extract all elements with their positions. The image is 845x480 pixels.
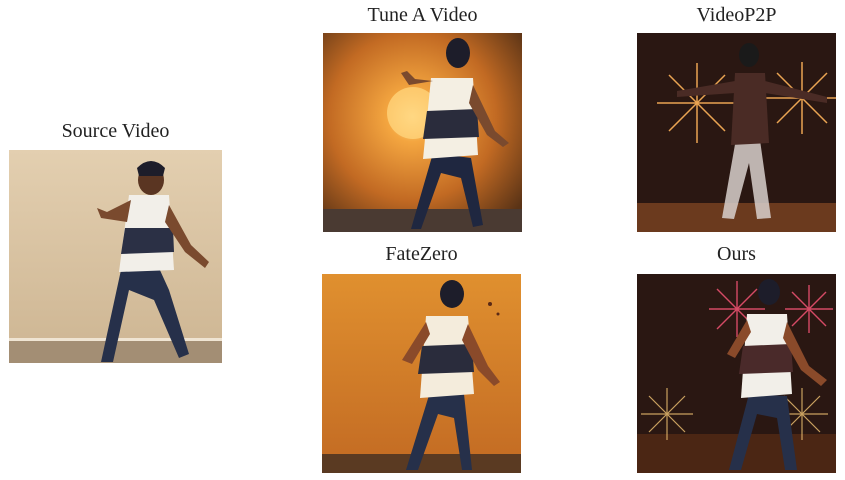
panel-fatezero: FateZero: [322, 243, 521, 473]
caption-ours: Ours: [717, 243, 756, 265]
panel-ours: Ours: [637, 243, 836, 473]
panel-videop2p: VideoP2P: [637, 4, 836, 233]
panel-source-video: Source Video: [9, 120, 222, 364]
panel-tune-a-video: Tune A Video: [323, 4, 522, 233]
image-videop2p: [637, 33, 836, 232]
image-tune-a-video: [323, 33, 522, 232]
image-source-video: [9, 150, 222, 363]
image-fatezero: [322, 274, 521, 473]
caption-tune-a-video: Tune A Video: [367, 4, 478, 26]
image-ours: [637, 274, 836, 473]
caption-videop2p: VideoP2P: [696, 4, 777, 26]
caption-source-video: Source Video: [61, 120, 170, 142]
caption-fatezero: FateZero: [385, 243, 458, 265]
